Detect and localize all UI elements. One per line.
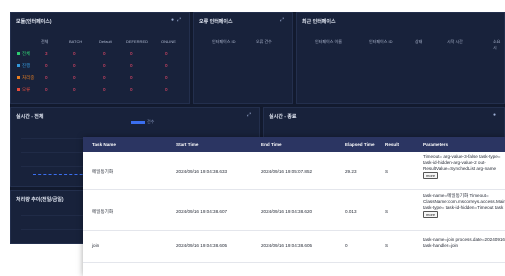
header-start-time: Start Time [176, 142, 199, 147]
status-label-text: 오류 [22, 87, 31, 92]
row-divider [83, 262, 505, 263]
params-text: task-name=메일동기화 Timeout= ClassName:com.m… [423, 193, 505, 210]
header-result: Result [385, 142, 400, 147]
params-cell: task-name=join process.date=20240916 tas… [423, 237, 505, 248]
col-header: 인터페이스 ID [369, 39, 393, 44]
end-time-cell: 2024/09/16 19:04:38.605 [261, 243, 313, 248]
params-cell: task-name=메일동기화 Timeout= ClassName:com.m… [423, 193, 505, 218]
col-header: 오류 건수 [256, 39, 272, 44]
status-dot-icon [17, 52, 20, 56]
col-header: Default [99, 39, 112, 44]
status-count[interactable]: 0 [103, 63, 106, 68]
status-row-label[interactable]: 진행 [17, 63, 30, 69]
recent-panel: 최근 인터페이스 인터페이스 이름 인터페이스 ID 상태 시작 시간 소요시 [296, 12, 505, 104]
task-name-cell: join [92, 243, 100, 248]
more-button[interactable]: more [423, 172, 439, 179]
status-count[interactable]: 0 [130, 87, 133, 92]
header-elapsed: Elapsed Time [345, 142, 375, 147]
status-count[interactable]: 0 [130, 51, 133, 56]
status-panel: 모듈(인터페이스) ●⤢ 전체 BATCH Default DEFERRED O… [10, 12, 190, 104]
task-name-cell: 메일동기화 [92, 169, 114, 174]
params-text: Timeout= arg-value-3-false task-type= ta… [423, 154, 501, 171]
status-count[interactable]: 0 [73, 63, 76, 68]
weekly-title: 처리량 추이(전일/금일) [16, 197, 64, 203]
start-time-cell: 2024/09/16 19:04:38.607 [176, 209, 228, 214]
status-count[interactable]: 0 [130, 63, 133, 68]
end-time-cell: 2024/09/16 19:05:07.852 [261, 169, 313, 174]
col-header: 상태 [415, 39, 423, 44]
status-row-label[interactable]: 오류 [17, 87, 30, 93]
end-time-cell: 2024/09/16 19:04:38.620 [261, 209, 313, 214]
status-count[interactable]: 0 [45, 87, 48, 92]
status-label-text: 진행 [22, 63, 31, 68]
circle-icon[interactable]: ● [493, 112, 499, 118]
col-header: 인터페이스 ID [212, 39, 236, 44]
col-header: DEFERRED [126, 39, 149, 44]
col-header: 소요시 [493, 39, 501, 50]
status-dot-icon [17, 64, 20, 68]
task-name-cell: 메일동기화 [92, 209, 114, 214]
status-count[interactable]: 0 [165, 87, 168, 92]
panel-icons[interactable]: ●⤢ [171, 17, 184, 23]
status-dot-icon [17, 88, 20, 92]
col-header: BATCH [69, 39, 83, 44]
elapsed-cell: 29.23 [345, 169, 357, 174]
elapsed-cell: 0.013 [345, 209, 357, 214]
status-count[interactable]: 0 [73, 51, 76, 56]
error-panel-title: 오류 인터페이스 [199, 19, 233, 25]
modal-table-header: Task Name Start Time End Time Elapsed Ti… [83, 137, 505, 152]
status-count[interactable]: 0 [165, 51, 168, 56]
legend-swatch [131, 121, 145, 124]
col-header: ONLINE [161, 39, 176, 44]
status-count[interactable]: 0 [103, 51, 106, 56]
more-button[interactable]: more [423, 211, 439, 218]
status-row-label[interactable]: 처리중 [17, 75, 34, 81]
result-cell: S [385, 169, 389, 174]
row-divider [83, 189, 505, 190]
start-time-cell: 2024/09/16 19:04:38.633 [176, 169, 228, 174]
status-dot-icon [17, 76, 20, 80]
status-count[interactable]: 3 [45, 51, 48, 56]
status-count[interactable]: 0 [73, 75, 76, 80]
result-cell: S [385, 243, 389, 248]
status-count[interactable]: 0 [103, 87, 106, 92]
realtime-all-title: 실시간 - 전체 [16, 114, 44, 120]
error-panel: 오류 인터페이스 ⤢ 인터페이스 ID 오류 건수 [193, 12, 293, 104]
header-task-name: Task Name [92, 142, 116, 147]
col-header: 전체 [41, 39, 49, 44]
expand-icon[interactable]: ⤢ [280, 17, 287, 23]
status-label-text: 전체 [22, 51, 31, 56]
row-divider [83, 230, 505, 231]
expand-icon[interactable]: ⤢ [247, 112, 254, 118]
expand-icon[interactable]: ⤢ [177, 17, 184, 23]
col-header: 시작 시간 [447, 39, 463, 44]
recent-panel-title: 최근 인터페이스 [302, 19, 336, 25]
status-count[interactable]: 0 [45, 63, 48, 68]
status-count[interactable]: 0 [73, 87, 76, 92]
status-count[interactable]: 0 [45, 75, 48, 80]
status-count[interactable]: 0 [165, 63, 168, 68]
start-time-cell: 2024/09/16 19:04:38.605 [176, 243, 228, 248]
elapsed-cell: 0 [345, 243, 348, 248]
task-detail-modal: Task Name Start Time End Time Elapsed Ti… [83, 137, 505, 276]
status-count[interactable]: 0 [130, 75, 133, 80]
result-cell: S [385, 209, 389, 214]
status-count[interactable]: 0 [103, 75, 106, 80]
params-cell: Timeout= arg-value-3-false task-type= ta… [423, 154, 505, 179]
status-row-label[interactable]: 전체 [17, 51, 30, 57]
status-label-text: 처리중 [22, 75, 35, 80]
header-end-time: End Time [261, 142, 282, 147]
status-panel-title: 모듈(인터페이스) [16, 19, 52, 25]
realtime-detail-title: 실시간 - 종료 [269, 114, 297, 120]
col-header: 인터페이스 이름 [315, 39, 342, 44]
status-count[interactable]: 0 [165, 75, 168, 80]
legend-label: 건수 [147, 119, 155, 124]
header-params: Parameters [423, 142, 449, 147]
